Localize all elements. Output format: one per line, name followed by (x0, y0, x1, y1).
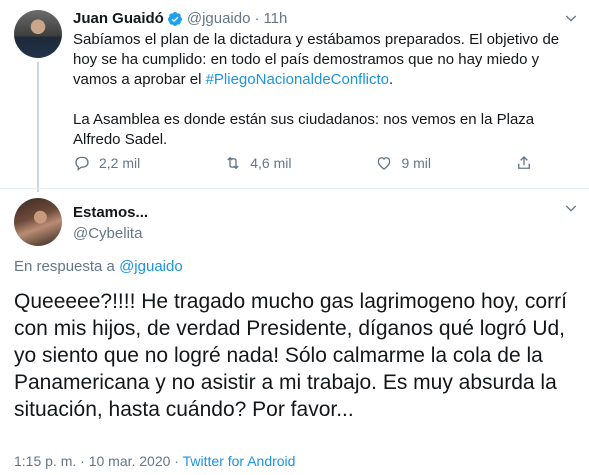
tweet-actions: 2,2 mil 4,6 mil 9 mil (73, 154, 533, 172)
in-reply-prefix: En respuesta a (14, 258, 120, 275)
in-reply-to-line: En respuesta a @jguaido (14, 258, 183, 275)
like-count: 9 mil (401, 155, 431, 171)
reply-tweet-text: Queeeee?!!!! He tragado mucho gas lagrim… (14, 290, 567, 421)
tweet-age[interactable]: 11h (263, 10, 287, 27)
parent-tweet[interactable]: Juan Guaidó @jguaido · 11h Sabíamos el p… (0, 0, 589, 192)
tweet-timestamp[interactable]: 1:15 p. m. · 10 mar. 2020 (14, 453, 170, 469)
chevron-down-icon[interactable] (563, 10, 579, 29)
chevron-down-icon[interactable] (563, 200, 579, 219)
heart-icon (378, 157, 391, 170)
thread-connector-line (37, 62, 39, 192)
in-reply-handle-link[interactable]: @jguaido (119, 258, 183, 275)
share-button[interactable] (515, 154, 533, 172)
reply-author-handle[interactable]: @Cybelita (73, 225, 142, 242)
tweet-text: Sabíamos el plan de la dictadura y estáb… (73, 30, 573, 150)
reply-author-name[interactable]: Estamos... (73, 204, 148, 221)
reply-author-avatar[interactable] (14, 198, 62, 246)
author-avatar[interactable] (14, 10, 62, 58)
verified-badge-icon (167, 11, 183, 27)
author-name[interactable]: Juan Guaidó (73, 10, 164, 27)
author-handle[interactable]: @jguaido (187, 10, 251, 27)
tweet-text-paragraph2: La Asamblea es donde están sus ciudadano… (73, 111, 535, 148)
separator-dot: · (254, 10, 260, 27)
meta-separator: · (170, 453, 183, 469)
reply-button[interactable]: 2,2 mil (73, 154, 140, 172)
reply-count: 2,2 mil (99, 155, 141, 171)
tweet-meta: 1:15 p. m. · 10 mar. 2020 · Twitter for … (14, 453, 295, 469)
tweet-divider (0, 188, 589, 189)
like-button[interactable]: 9 mil (375, 154, 431, 172)
retweet-icon (227, 156, 239, 170)
retweet-count: 4,6 mil (250, 155, 292, 171)
tweet-text-part2: . (389, 71, 394, 88)
hashtag-link[interactable]: #PliegoNacionaldeConflicto (206, 71, 389, 88)
share-icon (518, 156, 530, 169)
tweet-source-link[interactable]: Twitter for Android (183, 453, 296, 469)
retweet-button[interactable]: 4,6 mil (224, 154, 291, 172)
reply-icon (75, 156, 89, 171)
parent-tweet-header: Juan Guaidó @jguaido · 11h (73, 10, 287, 27)
